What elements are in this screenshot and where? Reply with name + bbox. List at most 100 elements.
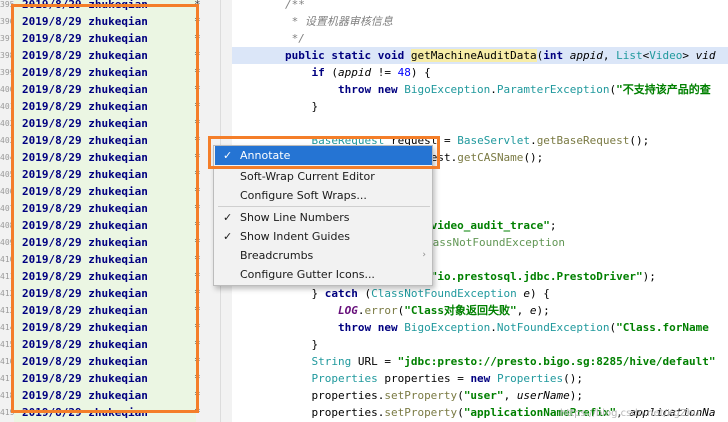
- code-line[interactable]: LOG.error("Class对象返回失败", e);: [232, 302, 728, 319]
- annotation-row[interactable]: 2019/8/29 zhukeqian *: [14, 285, 201, 302]
- annotation-row[interactable]: 2019/8/29 zhukeqian *: [14, 200, 201, 217]
- annotation-marker: *: [194, 253, 201, 266]
- line-number: 411: [0, 272, 14, 281]
- code-line[interactable]: Properties properties = new Properties()…: [232, 370, 728, 387]
- annotation-row[interactable]: 2019/8/29 zhukeqian *: [14, 13, 201, 30]
- annotation-row[interactable]: 2019/8/29 zhukeqian *: [14, 115, 201, 132]
- line-number: 405: [0, 170, 14, 179]
- annotation-row[interactable]: 2019/8/29 zhukeqian *: [14, 47, 201, 64]
- annotation-author-date: 2019/8/29 zhukeqian: [22, 32, 148, 45]
- annotation-marker: *: [194, 202, 201, 215]
- annotation-author-date: 2019/8/29 zhukeqian: [22, 406, 148, 419]
- code-line[interactable]: if (appid != 48) {: [232, 64, 728, 81]
- line-number: 415: [0, 340, 14, 349]
- line-number: 407: [0, 204, 14, 213]
- annotation-author-date: 2019/8/29 zhukeqian: [22, 66, 148, 79]
- annotation-author-date: 2019/8/29 zhukeqian: [22, 83, 148, 96]
- code-line[interactable]: * 设置机器审核信息: [232, 13, 728, 30]
- code-line[interactable]: public static void getMachineAuditData(i…: [232, 47, 728, 64]
- annotation-column[interactable]: 2019/8/29 zhukeqian * 2019/8/29 zhukeqian *…: [14, 0, 201, 422]
- annotation-marker: *: [194, 372, 201, 385]
- annotation-marker: *: [194, 287, 201, 300]
- annotation-row[interactable]: 2019/8/29 zhukeqian *: [14, 166, 201, 183]
- annotation-row[interactable]: 2019/8/29 zhukeqian *: [14, 0, 201, 13]
- annotation-row[interactable]: 2019/8/29 zhukeqian *: [14, 370, 201, 387]
- line-number: 412: [0, 289, 14, 298]
- line-number: 400: [0, 85, 14, 94]
- menu-item-show-line-numbers[interactable]: ✓ Show Line Numbers: [215, 208, 432, 227]
- annotation-row[interactable]: 2019/8/29 zhukeqian *: [14, 404, 201, 421]
- code-line[interactable]: }: [232, 336, 728, 353]
- code-line[interactable]: throw new BigoException.NotFoundExceptio…: [232, 319, 728, 336]
- annotation-author-date: 2019/8/29 zhukeqian: [22, 219, 148, 232]
- annotation-marker: *: [194, 304, 201, 317]
- annotation-row[interactable]: 2019/8/29 zhukeqian *: [14, 234, 201, 251]
- annotation-marker: *: [194, 168, 201, 181]
- line-number: 410: [0, 255, 14, 264]
- menu-item-soft-wrap-current-editor[interactable]: Soft-Wrap Current Editor: [215, 167, 432, 186]
- annotation-row[interactable]: 2019/8/29 zhukeqian *: [14, 149, 201, 166]
- editor-gutter[interactable]: 395 396 397 398 399 400 401 402 403 404 405 406 407 4…: [0, 0, 245, 422]
- annotation-marker: *: [194, 134, 201, 147]
- annotation-marker: *: [194, 117, 201, 130]
- annotation-row[interactable]: 2019/8/29 zhukeqian *: [14, 302, 201, 319]
- code-line[interactable]: */: [232, 30, 728, 47]
- annotation-row[interactable]: 2019/8/29 zhukeqian *: [14, 268, 201, 285]
- line-number: 418: [0, 391, 14, 400]
- code-line[interactable]: throw new BigoException.ParamterExceptio…: [232, 81, 728, 98]
- code-line[interactable]: String URL = "jdbc:presto://presto.bigo.…: [232, 353, 728, 370]
- annotation-author-date: 2019/8/29 zhukeqian: [22, 151, 148, 164]
- annotation-marker: *: [194, 185, 201, 198]
- code-line[interactable]: properties.setProperty("user", userName)…: [232, 387, 728, 404]
- menu-item-label: Soft-Wrap Current Editor: [240, 170, 375, 183]
- menu-item-configure-soft-wraps[interactable]: Configure Soft Wraps...: [215, 186, 432, 205]
- line-number: 414: [0, 323, 14, 332]
- menu-item-show-indent-guides[interactable]: ✓ Show Indent Guides: [215, 227, 432, 246]
- menu-item-label: Breadcrumbs: [240, 249, 314, 262]
- line-number: 416: [0, 357, 14, 366]
- annotation-author-date: 2019/8/29 zhukeqian: [22, 134, 148, 147]
- annotation-row[interactable]: 2019/8/29 zhukeqian *: [14, 353, 201, 370]
- annotation-author-date: 2019/8/29 zhukeqian: [22, 355, 148, 368]
- annotation-marker: *: [194, 15, 201, 28]
- line-number: 404: [0, 153, 14, 162]
- annotation-row[interactable]: 2019/8/29 zhukeqian *: [14, 132, 201, 149]
- line-number: 395: [0, 0, 14, 9]
- code-line[interactable]: [232, 115, 728, 132]
- annotation-marker: *: [194, 321, 201, 334]
- submenu-arrow-icon: ›: [422, 250, 426, 260]
- annotation-author-date: 2019/8/29 zhukeqian: [22, 372, 148, 385]
- annotation-row[interactable]: 2019/8/29 zhukeqian *: [14, 183, 201, 200]
- annotation-row[interactable]: 2019/8/29 zhukeqian *: [14, 98, 201, 115]
- annotation-row[interactable]: 2019/8/29 zhukeqian *: [14, 319, 201, 336]
- annotation-row[interactable]: 2019/8/29 zhukeqian *: [14, 251, 201, 268]
- annotation-author-date: 2019/8/29 zhukeqian: [22, 168, 148, 181]
- annotation-row[interactable]: 2019/8/29 zhukeqian *: [14, 81, 201, 98]
- line-number: 401: [0, 102, 14, 111]
- annotation-author-date: 2019/8/29 zhukeqian: [22, 49, 148, 62]
- annotation-row[interactable]: 2019/8/29 zhukeqian *: [14, 336, 201, 353]
- annotation-author-date: 2019/8/29 zhukeqian: [22, 15, 148, 28]
- annotation-row[interactable]: 2019/8/29 zhukeqian *: [14, 387, 201, 404]
- menu-item-label: Configure Gutter Icons...: [240, 268, 375, 281]
- menu-item-configure-gutter-icons[interactable]: Configure Gutter Icons...: [215, 265, 432, 284]
- watermark: https://blog.csdn.net/KgZhu: [560, 408, 700, 419]
- annotation-author-date: 2019/8/29 zhukeqian: [22, 117, 148, 130]
- code-line[interactable]: /**: [232, 0, 728, 13]
- annotation-marker: *: [194, 270, 201, 283]
- line-number: 417: [0, 374, 14, 383]
- code-line[interactable]: }: [232, 98, 728, 115]
- annotation-row[interactable]: 2019/8/29 zhukeqian *: [14, 64, 201, 81]
- line-number: 409: [0, 238, 14, 247]
- menu-item-annotate[interactable]: ✓ Annotate: [215, 146, 432, 165]
- line-number: 397: [0, 34, 14, 43]
- annotation-marker: *: [194, 100, 201, 113]
- annotation-row[interactable]: 2019/8/29 zhukeqian *: [14, 217, 201, 234]
- checkmark-icon: ✓: [223, 230, 233, 243]
- code-line[interactable]: } catch (ClassNotFoundException e) {: [232, 285, 728, 302]
- annotation-row[interactable]: 2019/8/29 zhukeqian *: [14, 30, 201, 47]
- menu-item-breadcrumbs[interactable]: Breadcrumbs ›: [215, 246, 432, 265]
- annotation-marker: *: [194, 49, 201, 62]
- annotation-marker: *: [194, 338, 201, 351]
- annotation-author-date: 2019/8/29 zhukeqian: [22, 304, 148, 317]
